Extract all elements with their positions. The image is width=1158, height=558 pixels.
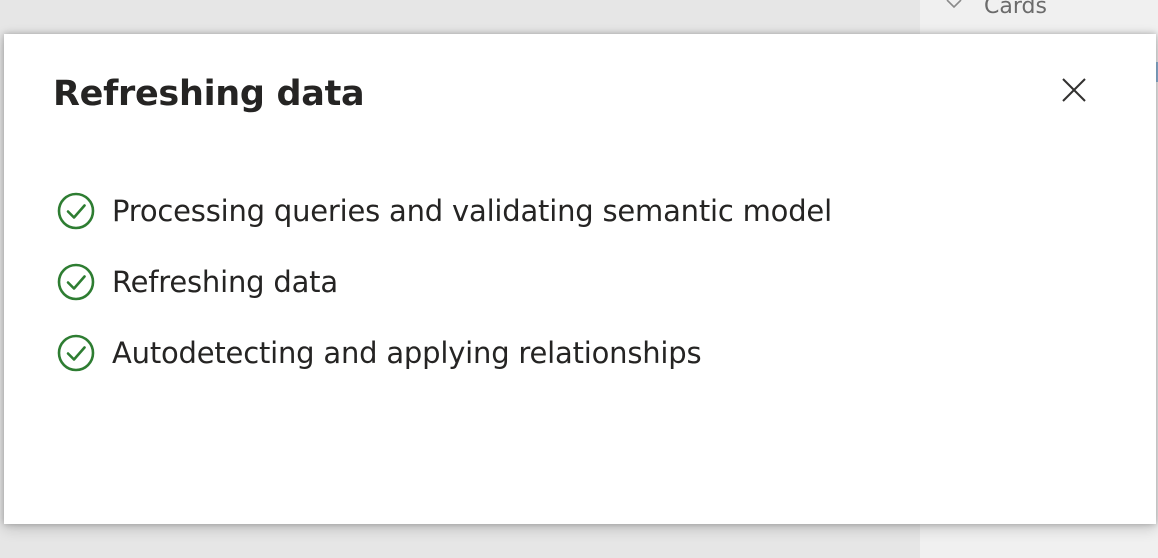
step-item: Refreshing data (56, 260, 832, 304)
refresh-steps-list: Processing queries and validating semant… (56, 189, 832, 402)
dialog-title: Refreshing data (53, 74, 365, 114)
check-circle-icon (56, 262, 96, 302)
step-label: Refreshing data (112, 265, 338, 299)
step-item: Autodetecting and applying relationships (56, 331, 832, 375)
check-circle-icon (56, 191, 96, 231)
close-icon (1062, 78, 1086, 102)
close-button[interactable] (1056, 72, 1092, 108)
check-circle-icon (56, 333, 96, 373)
chevron-down-icon (946, 0, 962, 9)
step-label: Autodetecting and applying relationships (112, 336, 702, 370)
step-item: Processing queries and validating semant… (56, 189, 832, 233)
refresh-dialog: Refreshing data Processing queries and v… (4, 34, 1156, 524)
cards-label: Cards (984, 0, 1047, 19)
cards-section-header: Cards (946, 0, 1047, 20)
step-label: Processing queries and validating semant… (112, 194, 832, 228)
